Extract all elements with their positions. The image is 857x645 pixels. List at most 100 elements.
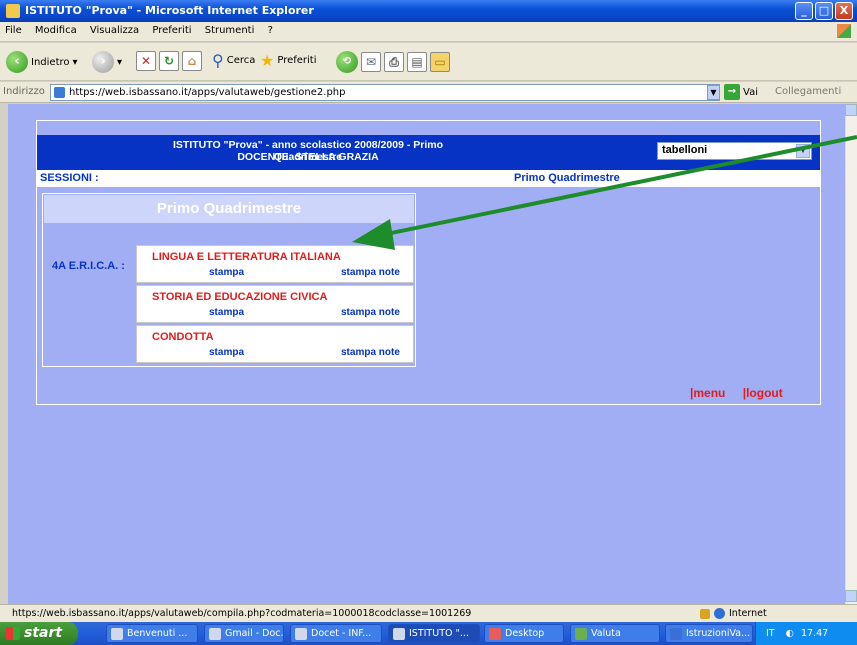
stampa-note-link[interactable]: stampa note <box>341 267 400 278</box>
taskbar-item[interactable]: Valuta <box>570 624 660 643</box>
stampa-note-link[interactable]: stampa note <box>341 347 400 358</box>
maximize-button[interactable]: □ <box>815 2 833 20</box>
back-button[interactable]: ‹ Indietro ▾ <box>6 51 78 73</box>
session-link[interactable]: Primo Quadrimestre <box>514 172 620 184</box>
view-select-value: tabelloni <box>662 144 708 156</box>
taskbar-item-label: IstruzioniVa... <box>686 628 751 639</box>
home-icon[interactable]: ⌂ <box>182 51 202 71</box>
back-arrow-icon: ‹ <box>6 51 28 73</box>
start-label: start <box>24 625 63 641</box>
favorites-label: Preferiti <box>277 55 317 66</box>
stampa-note-link[interactable]: stampa note <box>341 307 400 318</box>
class-label: 4A E.R.I.C.A. : <box>52 260 125 272</box>
subject-row: STORIA ED EDUCAZIONE CIVICA stampa stamp… <box>136 285 414 323</box>
teacher-header: DOCENTE: STELLA GRAZIA <box>237 151 379 163</box>
logout-link[interactable]: |logout <box>743 386 783 400</box>
menu-help[interactable]: ? <box>263 22 278 39</box>
taskbar: start Benvenuti ... Gmail - Doc... Docet… <box>0 622 857 645</box>
taskbar-item-label: ISTITUTO "... <box>409 628 469 639</box>
desktop-icon <box>489 628 501 640</box>
menu-strumenti[interactable]: Strumenti <box>200 22 260 39</box>
word-doc-icon <box>670 628 682 640</box>
folder-icon <box>575 628 587 640</box>
taskbar-item-label: Valuta <box>591 628 621 639</box>
taskbar-item-label: Benvenuti ... <box>127 628 188 639</box>
mail-icon[interactable]: ✉ <box>361 52 381 72</box>
taskbar-item-label: Docet - INF... <box>311 628 372 639</box>
search-label: Cerca <box>226 55 256 66</box>
favorites-star-icon: ★ <box>260 51 275 70</box>
ie-icon <box>295 628 307 640</box>
links-label[interactable]: Collegamenti <box>775 86 841 97</box>
taskbar-item[interactable]: ISTITUTO "... <box>388 624 480 643</box>
forward-dropdown-icon[interactable]: ▾ <box>117 57 122 68</box>
back-dropdown-icon[interactable]: ▾ <box>73 57 78 68</box>
window-title: ISTITUTO "Prova" - Microsoft Internet Ex… <box>25 4 314 17</box>
stampa-link[interactable]: stampa <box>209 267 244 278</box>
go-button[interactable]: → Vai <box>724 84 758 100</box>
print-icon[interactable]: ⎙ <box>384 52 404 72</box>
taskbar-item[interactable]: Docet - INF... <box>290 624 382 643</box>
address-url: https://web.isbassano.it/apps/valutaweb/… <box>69 87 346 98</box>
edit-icon[interactable]: ▤ <box>407 52 427 72</box>
page-icon <box>54 87 65 98</box>
windows-flag-icon <box>837 24 851 38</box>
menu-preferiti[interactable]: Preferiti <box>147 22 196 39</box>
panel-title: Primo Quadrimestre <box>44 195 414 223</box>
ie-icon <box>393 628 405 640</box>
forward-arrow-icon: › <box>92 51 114 73</box>
forward-button[interactable]: › ▾ <box>92 51 122 73</box>
menu-modifica[interactable]: Modifica <box>30 22 82 39</box>
favorites-button[interactable]: ★ Preferiti <box>260 51 317 70</box>
menu-bar: File Modifica Visualizza Preferiti Strum… <box>0 22 857 42</box>
subject-name[interactable]: LINGUA E LETTERATURA ITALIANA <box>152 251 341 263</box>
volume-icon[interactable]: ◐ <box>786 628 794 639</box>
stampa-link[interactable]: stampa <box>209 307 244 318</box>
address-dropdown-icon[interactable]: ▼ <box>707 85 720 100</box>
taskbar-item[interactable]: Gmail - Doc... <box>204 624 284 643</box>
folder-icon[interactable]: ▭ <box>430 52 450 72</box>
taskbar-item-label: Desktop <box>505 628 545 639</box>
go-label: Vai <box>743 86 758 98</box>
back-label: Indietro <box>31 56 70 68</box>
windows-logo-icon <box>6 627 20 640</box>
taskbar-item[interactable]: Benvenuti ... <box>106 624 198 643</box>
subject-row: CONDOTTA stampa stampa note <box>136 325 414 363</box>
lock-icon <box>700 608 710 619</box>
menu-file[interactable]: File <box>0 22 27 39</box>
minimize-button[interactable]: _ <box>795 2 813 20</box>
status-url: https://web.isbassano.it/apps/valutaweb/… <box>12 608 472 619</box>
vertical-scrollbar[interactable] <box>845 104 857 604</box>
menu-visualizza[interactable]: Visualizza <box>85 22 144 39</box>
refresh-icon[interactable]: ↻ <box>159 51 179 71</box>
scroll-up-icon[interactable] <box>845 104 857 116</box>
globe-icon <box>714 608 725 619</box>
taskbar-item-label: Gmail - Doc... <box>225 628 284 639</box>
ie-app-icon <box>6 4 20 18</box>
header-band: ISTITUTO "Prova" - anno scolastico 2008/… <box>37 135 820 170</box>
zone-label: Internet <box>729 608 767 619</box>
taskbar-item[interactable]: Desktop <box>484 624 564 643</box>
select-dropdown-icon[interactable]: ▼ <box>796 144 810 158</box>
view-select[interactable]: tabelloni ▼ <box>657 142 812 160</box>
window-title-bar: ISTITUTO "Prova" - Microsoft Internet Ex… <box>0 0 857 22</box>
search-icon: ⚲ <box>212 51 224 70</box>
menu-link[interactable]: |menu <box>690 386 725 400</box>
stampa-link[interactable]: stampa <box>209 347 244 358</box>
address-input[interactable]: https://web.isbassano.it/apps/valutaweb/… <box>50 84 720 101</box>
history-icon[interactable]: ⟲ <box>336 51 358 73</box>
start-button[interactable]: start <box>0 622 78 645</box>
subject-name[interactable]: STORIA ED EDUCAZIONE CIVICA <box>152 291 327 303</box>
bottom-links: |menu |logout <box>690 386 783 400</box>
address-bar: Indirizzo https://web.isbassano.it/apps/… <box>0 82 857 103</box>
taskbar-item[interactable]: IstruzioniVa... <box>665 624 753 643</box>
sessions-bar: SESSIONI : Primo Quadrimestre <box>37 170 820 187</box>
stop-icon[interactable]: ✕ <box>136 51 156 71</box>
language-indicator[interactable]: IT <box>766 628 775 639</box>
subject-name[interactable]: CONDOTTA <box>152 331 214 343</box>
close-button[interactable]: X <box>835 2 853 20</box>
go-arrow-icon: → <box>724 84 740 100</box>
search-button[interactable]: ⚲ Cerca <box>212 51 255 70</box>
status-bar: https://web.isbassano.it/apps/valutaweb/… <box>0 604 857 622</box>
scroll-down-icon[interactable] <box>845 590 857 602</box>
